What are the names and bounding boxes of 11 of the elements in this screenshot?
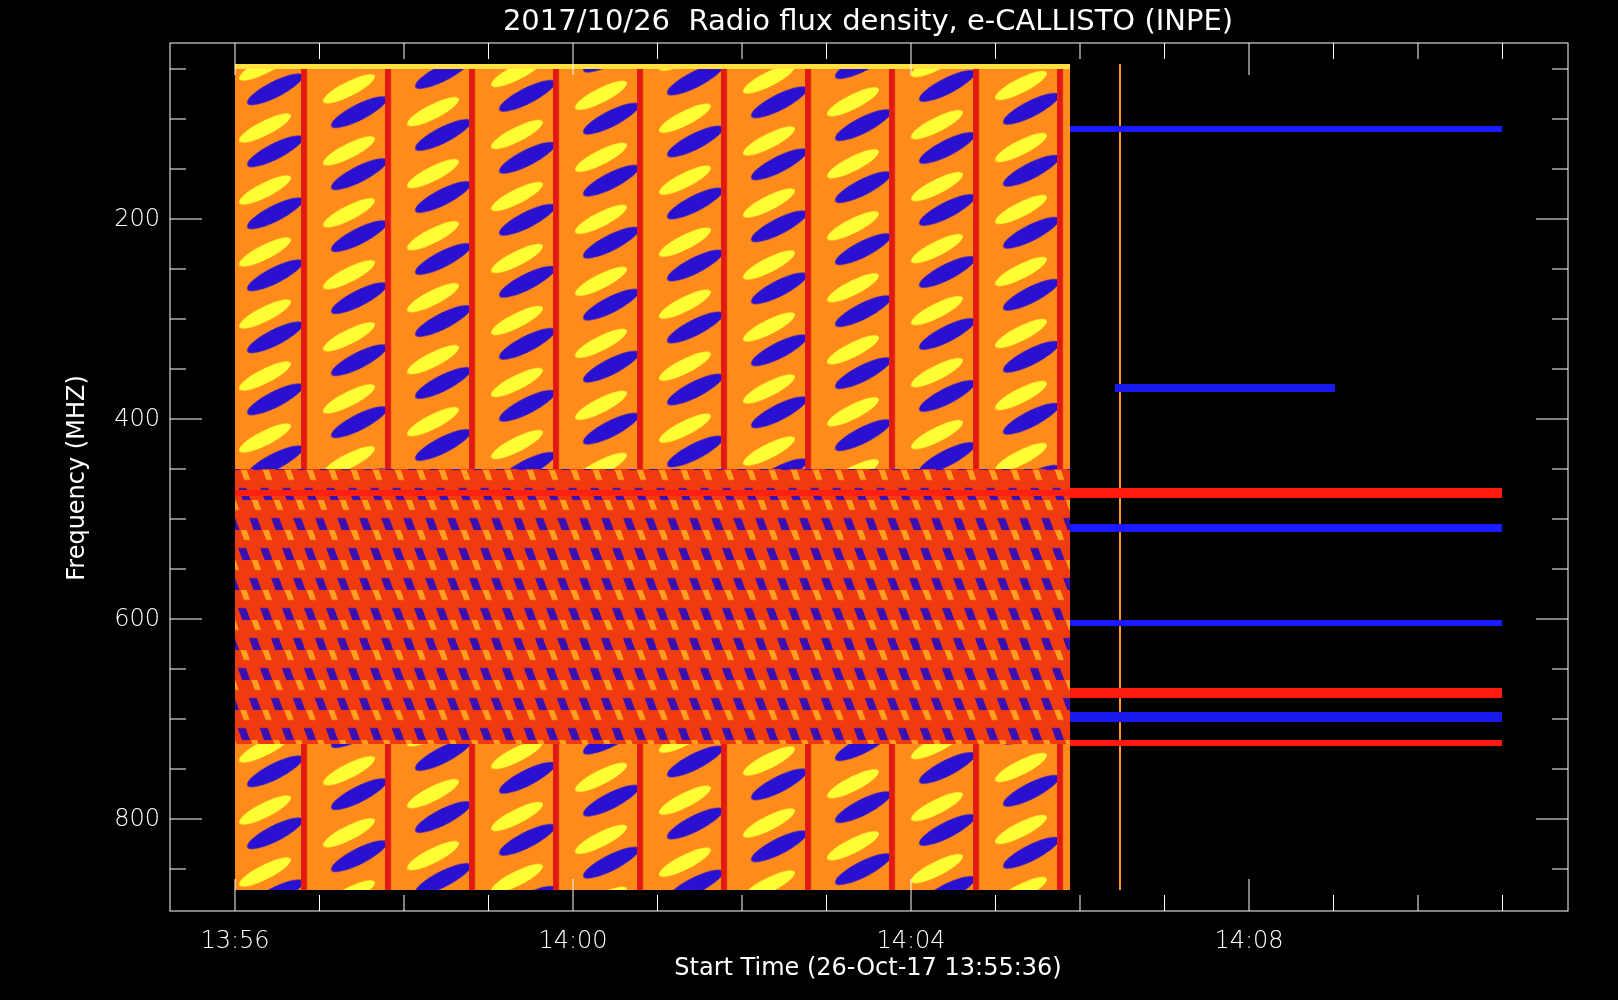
tick-label: 14:04 — [876, 926, 946, 954]
tick-label: 600 — [114, 604, 160, 632]
axis-title: Frequency (MHZ) — [62, 375, 90, 581]
axis-title: Start Time (26-Oct-17 13:55:36) — [674, 953, 1062, 981]
tick-label: 400 — [114, 404, 160, 432]
tick-label: 14:08 — [1214, 926, 1284, 954]
tick-label: 13:56 — [200, 926, 270, 954]
tick-label: 800 — [114, 804, 160, 832]
tick-label: 200 — [114, 204, 160, 232]
tick-label: 14:00 — [538, 926, 608, 954]
chart-title: 2017/10/26 Radio flux density, e-CALLISTO (INPE) — [502, 3, 1234, 37]
